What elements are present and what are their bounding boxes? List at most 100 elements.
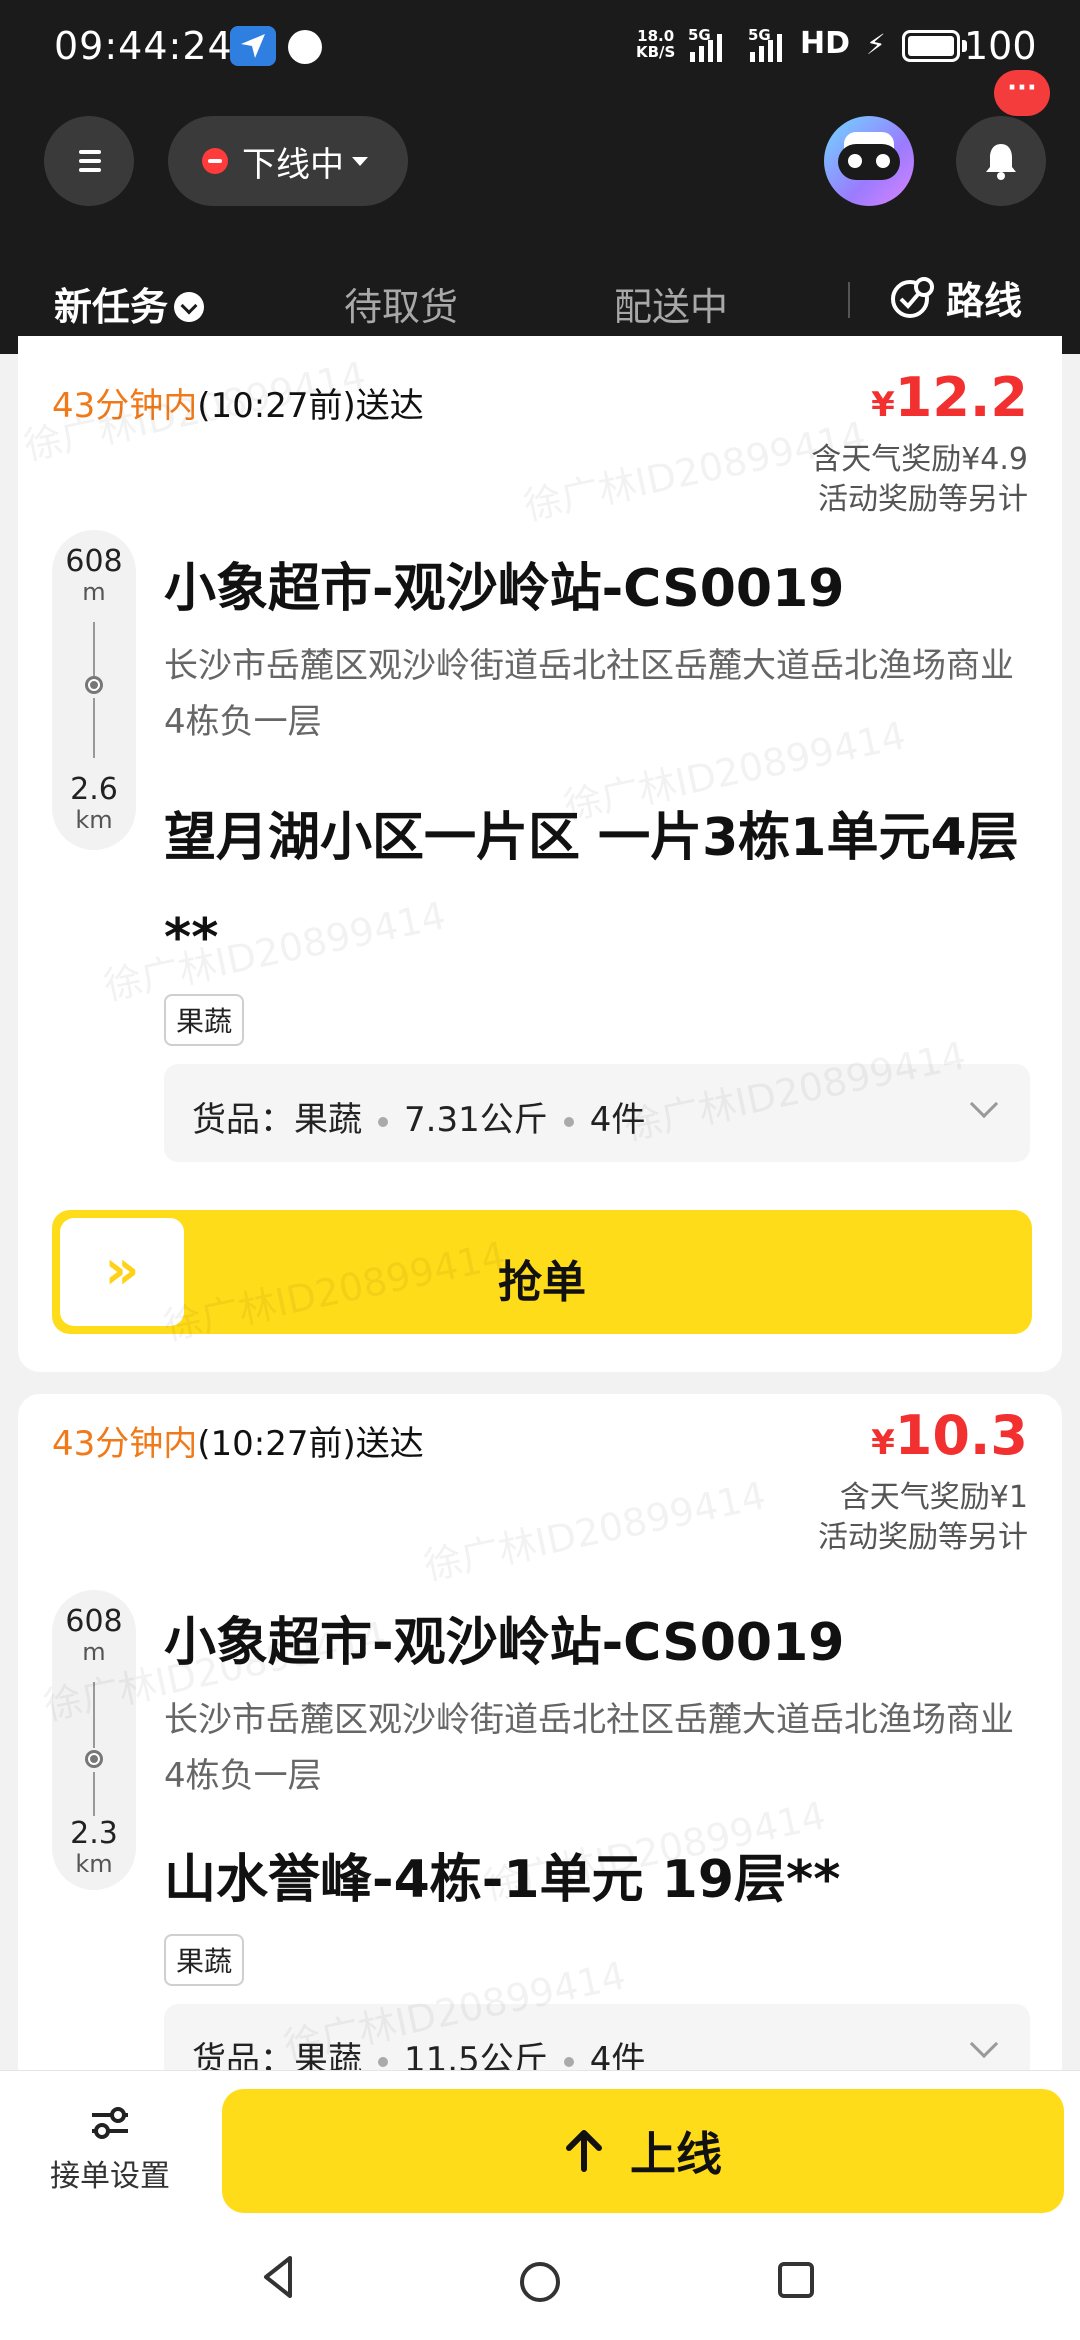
grab-order-label: 抢单 — [498, 1257, 586, 1308]
drop-distance-unit: km — [75, 806, 113, 834]
hd-voice-indicator: HD — [800, 26, 851, 61]
category-tag: 果蔬 — [164, 994, 245, 1046]
weather-bonus: 含天气奖励¥4.9 — [811, 442, 1028, 477]
distance-indicator: 608 m 2.3 km — [52, 1590, 136, 1890]
chevron-down-icon — [174, 291, 205, 322]
weather-bonus: 含天气奖励¥1 — [839, 1480, 1028, 1515]
divider — [848, 282, 850, 318]
waypoint-icon — [85, 1750, 103, 1768]
route-label: 路线 — [946, 279, 1023, 323]
menu-button[interactable] — [44, 116, 134, 206]
route-line — [93, 622, 95, 676]
go-online-button[interactable]: 上线 — [222, 2089, 1064, 2213]
route-line — [93, 1772, 95, 1816]
activity-bonus-note: 活动奖励等另计 — [818, 482, 1028, 517]
eta-time: (10:27前)送达 — [197, 1424, 424, 1464]
status-label: 下线中 — [242, 144, 344, 185]
settings-sliders-icon — [92, 2107, 128, 2139]
goods-weight: 7.31公斤 — [404, 1100, 548, 1140]
drop-distance: 2.6 — [70, 772, 118, 807]
drop-distance-unit: km — [75, 1850, 113, 1878]
battery-icon — [902, 30, 960, 62]
back-icon[interactable] — [258, 2252, 298, 2302]
drop-distance: 2.3 — [70, 1816, 118, 1851]
bell-icon — [986, 144, 1016, 180]
notification-button[interactable] — [956, 116, 1046, 206]
chevron-down-icon — [969, 2029, 999, 2059]
destination-address: 山水誉峰-4栋-1单元 19层** — [164, 1850, 841, 1910]
price-value: 10.3 — [894, 1404, 1028, 1467]
delivery-eta: 43分钟内(10:27前)送达 — [52, 378, 424, 427]
network-speed-unit: KB/S — [636, 43, 676, 61]
chat-bubble-icon — [288, 30, 322, 64]
network-speed: 18.0 KB/S — [636, 28, 675, 60]
eta-time: (10:27前)送达 — [197, 386, 424, 426]
goods-label: 货品：果蔬 — [192, 1100, 362, 1140]
distance-indicator: 608 m 2.6 km — [52, 530, 136, 850]
online-status-dropdown[interactable]: 下线中 — [168, 116, 408, 206]
separator-dot — [563, 2056, 574, 2067]
currency-symbol: ¥ — [871, 385, 895, 425]
activity-bonus-note: 活动奖励等另计 — [818, 1520, 1028, 1555]
navigation-app-icon — [230, 26, 276, 66]
bottom-action-bar: 接单设置 上线 — [0, 2070, 1080, 2220]
delivery-eta: 43分钟内(10:27前)送达 — [52, 1416, 424, 1465]
eta-window: 43分钟内 — [52, 1424, 198, 1464]
category-tag: 果蔬 — [164, 1934, 245, 1986]
network-speed-value: 18.0 — [637, 27, 675, 45]
pickup-distance-unit: m — [82, 578, 106, 606]
waypoint-icon — [85, 676, 103, 694]
separator-dot — [563, 1116, 574, 1127]
route-icon — [891, 276, 934, 318]
pickup-distance: 608 — [65, 1604, 123, 1639]
home-icon[interactable] — [520, 2262, 560, 2302]
tab-new-tasks[interactable]: 新任务 — [54, 276, 205, 331]
destination-address: 望月湖小区一片区 一片3栋1单元4层** — [164, 808, 1019, 968]
store-name: 小象超市-观沙岭站-CS0019 — [164, 559, 845, 619]
order-settings-button[interactable]: 接单设置 — [40, 2103, 180, 2195]
store-name: 小象超市-观沙岭站-CS0019 — [164, 1613, 845, 1673]
app-header: 下线中 ··· 新任务 待取货 配送中 路线 — [0, 70, 1080, 354]
price-bonus: 含天气奖励¥1 活动奖励等另计 — [818, 1478, 1028, 1558]
tab-pending-pickup[interactable]: 待取货 — [344, 276, 458, 331]
signal-icon — [690, 34, 722, 62]
notification-badge: ··· — [994, 70, 1050, 116]
pickup-distance: 608 — [65, 544, 123, 579]
currency-symbol: ¥ — [871, 1423, 895, 1463]
route-line — [93, 1682, 95, 1748]
chevron-down-icon — [969, 1089, 999, 1119]
eta-window: 43分钟内 — [52, 386, 198, 426]
store-address: 长沙市岳麓区观沙岭街道岳北社区岳麓大道岳北渔场商业4栋负一层 — [164, 646, 1014, 742]
store-address: 长沙市岳麓区观沙岭街道岳北社区岳麓大道岳北渔场商业4栋负一层 — [164, 1700, 1014, 1796]
signal-icon — [750, 34, 782, 62]
goods-text: 货品：果蔬 7.31公斤 4件 — [192, 1092, 645, 1141]
assistant-robot-button[interactable] — [824, 116, 914, 206]
charging-icon: ⚡ — [866, 28, 886, 61]
goods-summary[interactable]: 货品：果蔬 7.31公斤 4件 — [164, 1064, 1030, 1162]
online-label: 上线 — [630, 2127, 722, 2181]
order-price: ¥12.2 — [871, 366, 1028, 429]
tab-delivering[interactable]: 配送中 — [614, 276, 728, 331]
tab-label: 新任务 — [54, 285, 169, 329]
settings-label: 接单设置 — [50, 2159, 170, 2194]
pickup-distance-unit: m — [82, 1638, 106, 1666]
battery-percent: 100 — [964, 24, 1037, 68]
separator-dot — [378, 2056, 388, 2067]
system-navigation-bar — [0, 2220, 1080, 2340]
order-card[interactable]: 43分钟内(10:27前)送达 ¥10.3 含天气奖励¥1 活动奖励等另计 60… — [18, 1394, 1062, 2094]
status-bar: 09:44:24 18.0 KB/S 5G 5G HD ⚡ 100 — [0, 0, 1080, 92]
price-value: 12.2 — [894, 366, 1028, 429]
arrow-up-icon — [566, 2130, 602, 2172]
goods-count: 4件 — [589, 1100, 646, 1140]
offline-icon — [202, 148, 228, 174]
grab-order-slider[interactable]: » 抢单 — [52, 1210, 1032, 1334]
price-bonus: 含天气奖励¥4.9 活动奖励等另计 — [811, 440, 1028, 520]
recent-apps-icon[interactable] — [778, 2262, 814, 2298]
separator-dot — [378, 1116, 388, 1127]
order-card[interactable]: 43分钟内(10:27前)送达 ¥12.2 含天气奖励¥4.9 活动奖励等另计 … — [18, 336, 1062, 1372]
caret-down-icon — [352, 156, 368, 166]
order-price: ¥10.3 — [871, 1404, 1028, 1467]
status-time: 09:44:24 — [54, 24, 233, 68]
robot-icon — [838, 144, 900, 180]
route-button[interactable]: 路线 — [890, 270, 1022, 325]
